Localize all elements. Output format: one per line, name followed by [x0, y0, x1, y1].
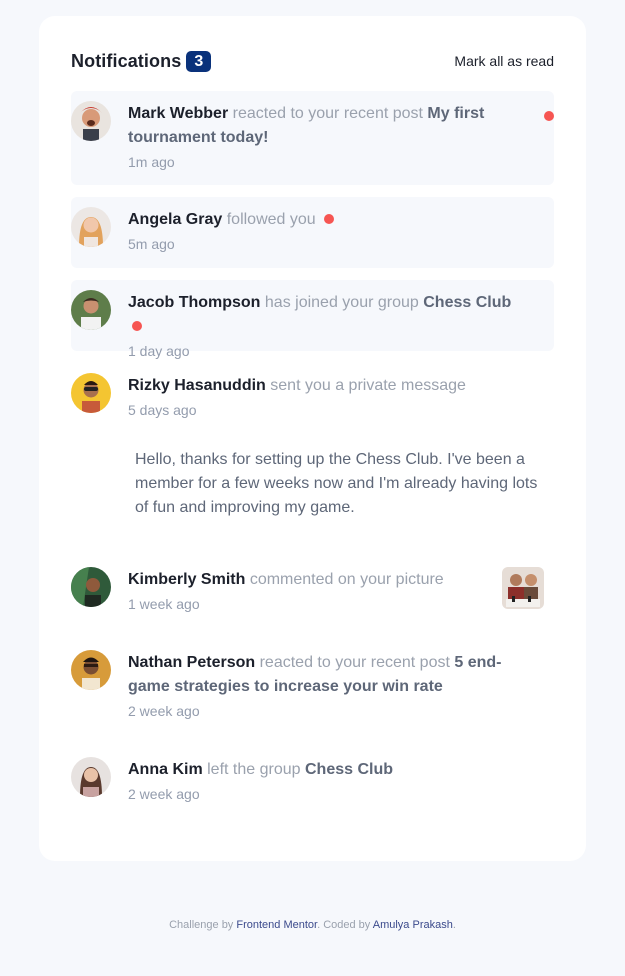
notification-action: left the group [207, 761, 301, 778]
unread-dot [324, 213, 335, 224]
notification-action: has joined your group [264, 294, 419, 311]
avatar[interactable] [71, 757, 111, 797]
notification-target[interactable]: Chess Club [423, 294, 511, 311]
notification-item[interactable]: Rizky Hasanuddin sent you a private mess… [71, 363, 554, 518]
notification-item[interactable]: Nathan Peterson reacted to your recent p… [71, 640, 554, 735]
notification-body: Jacob Thompson has joined your group Che… [128, 291, 524, 361]
notification-actor[interactable]: Nathan Peterson [128, 654, 255, 671]
notification-action: followed you [226, 211, 316, 228]
notification-body: Kimberly Smith commented on your picture… [128, 568, 524, 614]
notification-actor[interactable]: Kimberly Smith [128, 571, 245, 588]
notification-body: Angela Gray followed you 5m ago [128, 208, 524, 254]
notification-body: Anna Kim left the group Chess Club 2 wee… [128, 758, 524, 804]
notification-actor[interactable]: Mark Webber [128, 105, 228, 122]
notification-actor[interactable]: Jacob Thompson [128, 294, 260, 311]
unread-dot [544, 111, 554, 121]
title-wrap: Notifications 3 [71, 50, 212, 72]
avatar[interactable] [71, 567, 111, 607]
avatar[interactable] [71, 290, 111, 330]
notification-action: reacted to your recent post [259, 654, 450, 671]
unread-count-badge: 3 [186, 50, 212, 72]
notification-time: 1 day ago [128, 343, 190, 359]
avatar[interactable] [71, 650, 111, 690]
notification-time: 1m ago [128, 154, 175, 170]
notification-body: Rizky Hasanuddin sent you a private mess… [128, 374, 524, 420]
footer-prefix: Challenge by [169, 919, 234, 931]
notification-time: 5m ago [128, 236, 175, 252]
mark-all-read-button[interactable]: Mark all as read [454, 53, 554, 69]
notification-item[interactable]: Mark Webber reacted to your recent post … [71, 91, 554, 185]
avatar[interactable] [71, 207, 111, 247]
notification-item[interactable]: Kimberly Smith commented on your picture… [71, 557, 554, 628]
notification-body: Nathan Peterson reacted to your recent p… [128, 651, 524, 721]
avatar[interactable] [71, 101, 111, 141]
notification-time: 2 week ago [128, 703, 200, 719]
notification-actor[interactable]: Anna Kim [128, 761, 203, 778]
notification-action: commented on your picture [249, 571, 444, 588]
notification-action: sent you a private message [270, 377, 466, 394]
frontend-mentor-link[interactable]: Frontend Mentor [236, 919, 317, 931]
notification-time: 1 week ago [128, 596, 200, 612]
card-header: Notifications 3 Mark all as read [71, 49, 554, 73]
notification-actor[interactable]: Rizky Hasanuddin [128, 377, 266, 394]
notification-item[interactable]: Jacob Thompson has joined your group Che… [71, 280, 554, 359]
page-title: Notifications [71, 50, 182, 71]
footer-suffix: . [452, 919, 456, 931]
notification-item[interactable]: Anna Kim left the group Chess Club 2 wee… [71, 747, 554, 818]
notification-item[interactable]: Angela Gray followed you 5m ago [71, 197, 554, 268]
attribution-footer: Challenge by Frontend Mentor. Coded by A… [0, 919, 625, 931]
notification-time: 2 week ago [128, 786, 200, 802]
notification-action: reacted to your recent post [232, 105, 423, 122]
commented-picture-thumbnail[interactable] [502, 567, 544, 609]
footer-middle: . Coded by [317, 919, 371, 931]
notification-body: Mark Webber reacted to your recent post … [128, 102, 524, 172]
author-link[interactable]: Amulya Prakash [373, 919, 453, 931]
notifications-card: Notifications 3 Mark all as read Mark We… [39, 16, 586, 861]
avatar[interactable] [71, 373, 111, 413]
notification-target[interactable]: Chess Club [305, 761, 393, 778]
notification-actor[interactable]: Angela Gray [128, 211, 222, 228]
private-message[interactable]: Hello, thanks for setting up the Chess C… [135, 448, 553, 520]
notification-time: 5 days ago [128, 402, 197, 418]
unread-dot [132, 320, 142, 331]
